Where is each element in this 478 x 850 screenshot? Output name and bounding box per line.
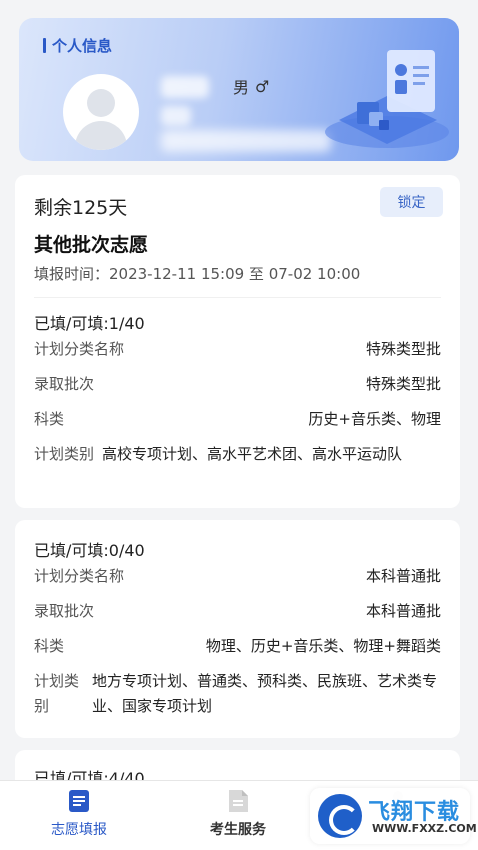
plan-type-row: 计划类别 地方专项计划、普通类、预科类、民族班、艺术类专业、国家专项计划 — [34, 669, 441, 719]
plan-category-value: 特殊类型批 — [365, 340, 441, 358]
tab-volunteer-fill[interactable]: 志愿填报 — [19, 789, 139, 839]
subject-row: 科类 历史+音乐类、物理 — [34, 407, 441, 442]
subject-value: 历史+音乐类、物理 — [308, 410, 441, 428]
avatar-head-shape — [87, 89, 115, 117]
male-icon: ♂ — [255, 76, 270, 96]
admission-batch-label: 录取批次 — [34, 602, 95, 620]
fill-time: 填报时间：2023-12-11 15:09 至 07-02 10:00 — [34, 265, 361, 283]
title-bar-marker — [43, 38, 46, 53]
subject-row: 科类 物理、历史+音乐类、物理+舞蹈类 — [34, 634, 441, 669]
profile-title: 个人信息 — [43, 35, 112, 56]
tab-student-service[interactable]: 考生服务 — [178, 789, 298, 839]
blurred-name — [161, 76, 209, 98]
plan-category-label: 计划分类名称 — [34, 340, 125, 358]
admission-batch-row: 录取批次 本科普通批 — [34, 599, 441, 634]
batch-title: 其他批次志愿 — [34, 234, 149, 256]
blurred-info-line — [161, 106, 191, 126]
subject-value: 物理、历史+音乐类、物理+舞蹈类 — [205, 637, 441, 655]
id-card-illustration-icon — [325, 50, 449, 148]
tab-label: 考生服务 — [210, 822, 266, 838]
watermark-url: WWW.FXXZ.COM — [372, 822, 477, 835]
volunteer-group[interactable]: 已填/可填:1/40 计划分类名称 特殊类型批 录取批次 特殊类型批 科类 历史… — [34, 311, 441, 467]
avatar[interactable] — [63, 74, 139, 150]
filled-count: 已填/可填:1/40 — [34, 314, 145, 333]
remaining-days: 剩余125天 — [34, 197, 128, 219]
volunteer-card: 剩余125天 锁定 其他批次志愿 填报时间：2023-12-11 15:09 至… — [15, 175, 460, 508]
plan-type-value: 地方专项计划、普通类、预科类、民族班、艺术类专业、国家专项计划 — [92, 672, 438, 715]
lock-button[interactable]: 锁定 — [380, 187, 443, 217]
profile-title-text: 个人信息 — [52, 37, 113, 55]
plan-type-label: 计划类别 — [34, 445, 95, 463]
subject-label: 科类 — [34, 637, 65, 655]
volunteer-card: 已填/可填:0/40 计划分类名称 本科普通批 录取批次 本科普通批 科类 物理… — [15, 520, 460, 738]
plan-category-label: 计划分类名称 — [34, 567, 125, 585]
profile-card: 个人信息 男 ♂ — [19, 18, 459, 161]
plan-type-label: 计划类别 — [34, 672, 80, 715]
admission-batch-value: 特殊类型批 — [365, 375, 441, 393]
divider — [34, 297, 441, 298]
admission-batch-value: 本科普通批 — [365, 602, 441, 620]
admission-batch-label: 录取批次 — [34, 375, 95, 393]
gender: 男 ♂ — [233, 74, 269, 98]
plan-category-row: 计划分类名称 特殊类型批 — [34, 337, 441, 372]
plan-category-row: 计划分类名称 本科普通批 — [34, 564, 441, 599]
gender-text: 男 — [233, 78, 250, 97]
subject-label: 科类 — [34, 410, 65, 428]
watermark-logo-icon — [318, 794, 362, 838]
avatar-body-shape — [75, 121, 127, 150]
volunteer-group[interactable]: 已填/可填:0/40 计划分类名称 本科普通批 录取批次 本科普通批 科类 物理… — [34, 538, 441, 719]
file-icon — [229, 790, 248, 812]
document-icon — [69, 790, 89, 812]
admission-batch-row: 录取批次 特殊类型批 — [34, 372, 441, 407]
plan-type-row: 计划类别 高校专项计划、高水平艺术团、高水平运动队 — [34, 442, 441, 467]
watermark: 飞翔下载 WWW.FXXZ.COM — [310, 788, 477, 844]
filled-count: 已填/可填:0/40 — [34, 541, 145, 560]
tab-label: 志愿填报 — [51, 822, 107, 838]
plan-category-value: 本科普通批 — [365, 567, 441, 585]
plan-type-value: 高校专项计划、高水平艺术团、高水平运动队 — [102, 445, 403, 463]
blurred-id-line — [161, 130, 331, 152]
